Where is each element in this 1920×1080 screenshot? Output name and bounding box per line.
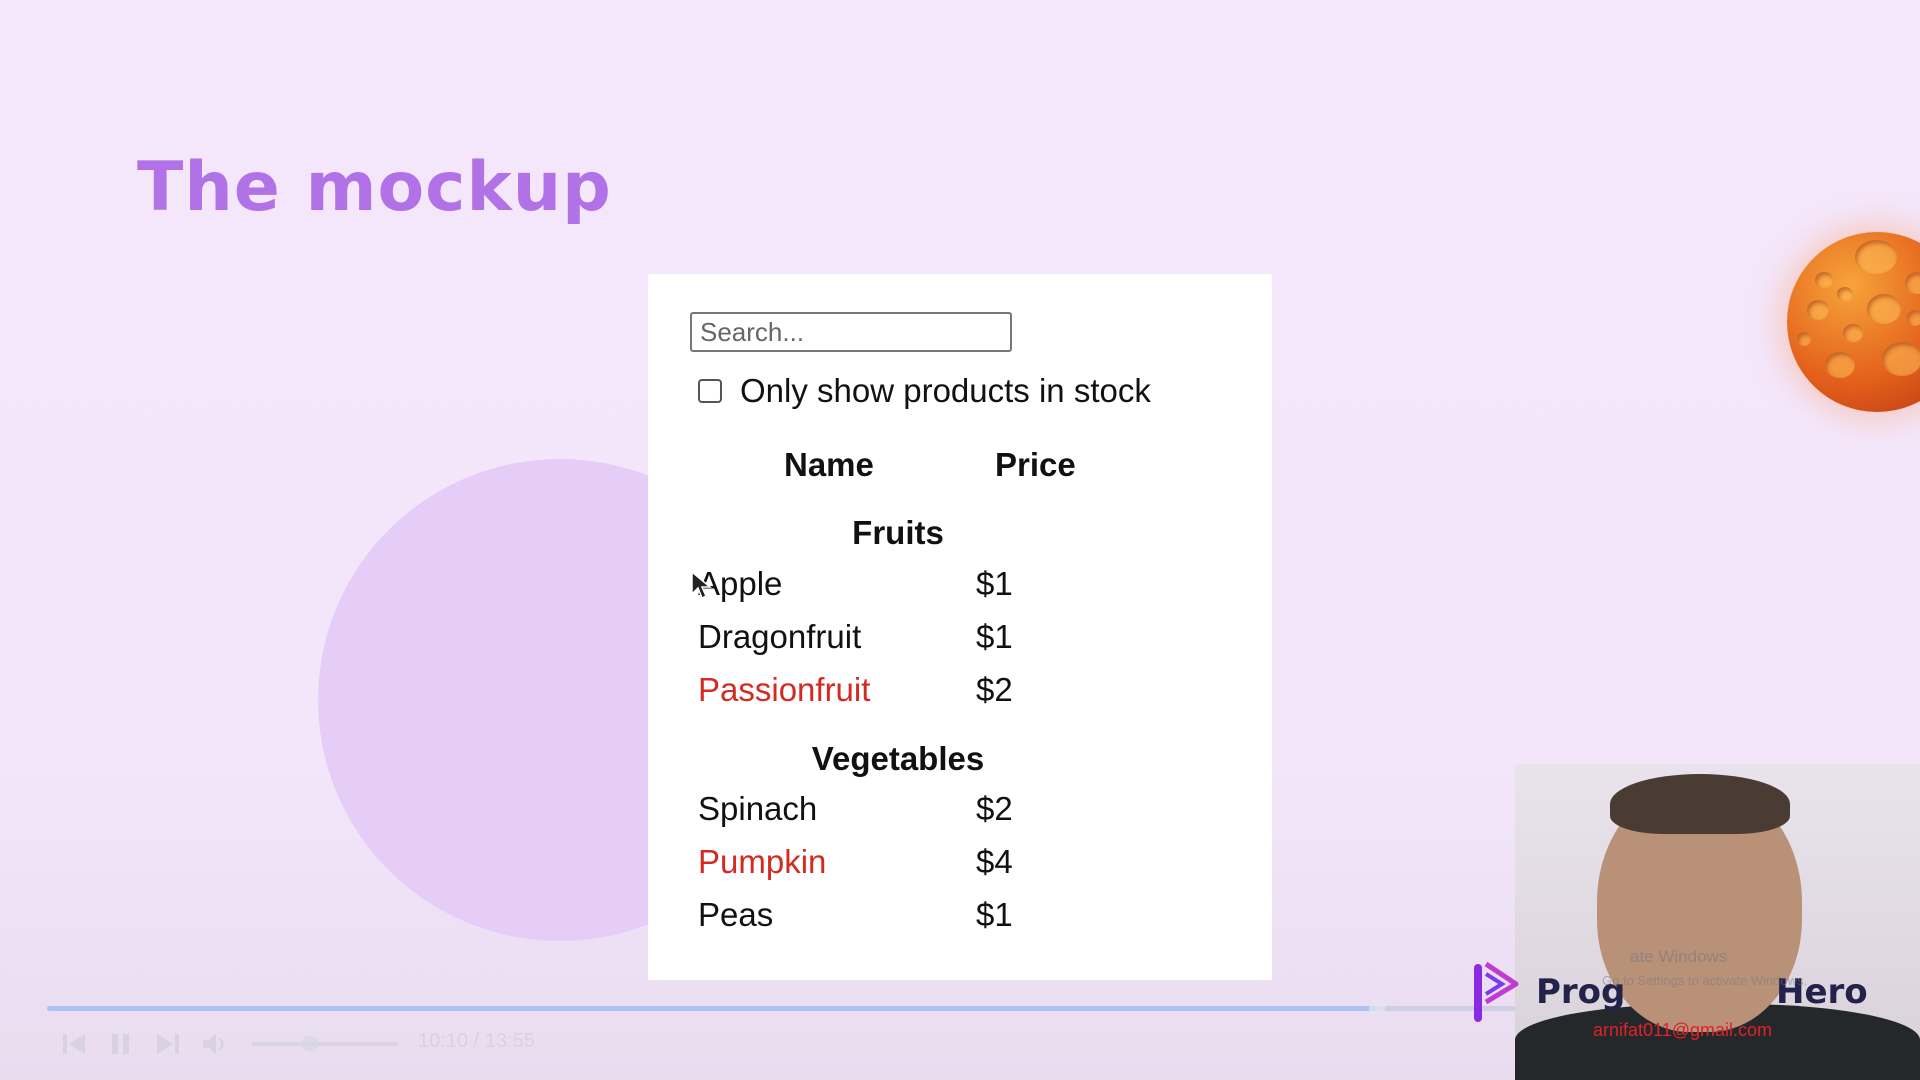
watermark-email: arnifat011@gmail.com xyxy=(1593,1020,1773,1040)
slide-title: The mockup xyxy=(137,148,612,227)
product-name-out-of-stock: Pumpkin xyxy=(698,843,827,880)
column-header-name: Name xyxy=(784,446,874,483)
product-price: $4 xyxy=(976,843,1013,880)
playback-time: 10:10 / 13:55 xyxy=(418,1030,535,1052)
product-name: Spinach xyxy=(698,790,818,827)
brand-logo-block xyxy=(1470,958,1524,1028)
progress-knob[interactable] xyxy=(1369,1000,1385,1016)
product-name: Peas xyxy=(698,896,774,933)
product-price: $2 xyxy=(976,671,1013,708)
category-row-vegetables: Vegetables xyxy=(811,740,985,777)
volume-icon[interactable] xyxy=(200,1030,230,1058)
mouse-cursor-icon xyxy=(691,570,712,600)
windows-activation-notice: ate Windows xyxy=(1630,947,1728,966)
progress-fill xyxy=(47,1006,1377,1011)
column-header-price: Price xyxy=(995,446,1076,483)
category-row-fruits: Fruits xyxy=(852,514,944,551)
product-name: Dragonfruit xyxy=(698,618,862,655)
product-price: $1 xyxy=(976,565,1013,602)
product-price: $1 xyxy=(976,896,1013,933)
in-stock-checkbox[interactable] xyxy=(698,379,722,403)
skip-back-icon[interactable] xyxy=(60,1030,88,1058)
product-price: $1 xyxy=(976,618,1013,655)
volume-knob[interactable] xyxy=(302,1036,318,1052)
product-name-out-of-stock: Passionfruit xyxy=(698,671,871,708)
planet-illustration xyxy=(1787,232,1920,412)
mockup-card: Only show products in stock Name Price F… xyxy=(648,274,1272,980)
skip-forward-icon[interactable] xyxy=(154,1030,182,1058)
in-stock-filter[interactable]: Only show products in stock xyxy=(698,372,1151,410)
in-stock-label: Only show products in stock xyxy=(740,372,1151,409)
play-logo-icon xyxy=(1474,961,1519,1022)
windows-activation-sub: Go to Settings to activate Windows. xyxy=(1602,973,1808,988)
product-price: $2 xyxy=(976,790,1013,827)
search-input[interactable] xyxy=(690,312,1012,352)
pause-icon[interactable] xyxy=(108,1030,134,1058)
